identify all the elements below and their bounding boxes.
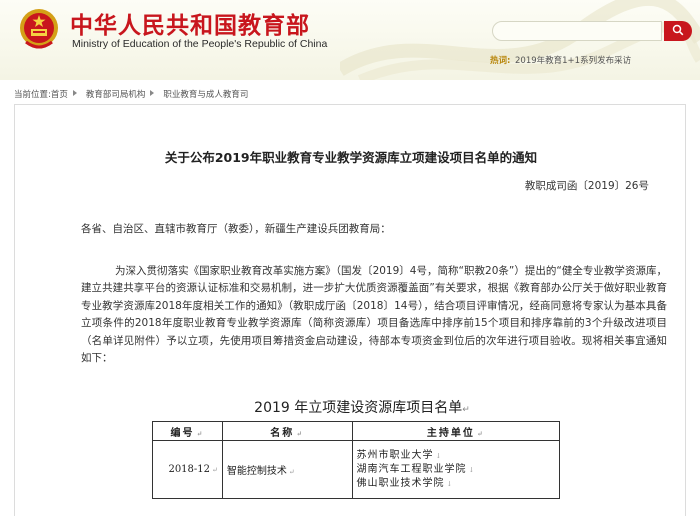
host-unit: 湖南汽车工程职业学院 ↓ (356, 463, 476, 475)
site-title[interactable]: 中华人民共和国教育部 (70, 6, 310, 40)
cell-code: 2018-12 ↵ (152, 440, 223, 499)
host-unit: 佛山职业技术学院 ↓ (356, 477, 454, 489)
hot-words-label: 热词: (490, 56, 511, 66)
search-button[interactable] (664, 21, 692, 41)
table-header-row: 编号 ↵ 名称 ↵ 主持单位 ↵ (152, 421, 561, 441)
site-title-english: Ministry of Education of the People's Re… (72, 38, 328, 50)
breadcrumb-arrow-icon (150, 90, 155, 96)
breadcrumb-prefix: 当前位置: (14, 90, 51, 100)
document-number: 教职成司函〔2019〕26号 (524, 180, 649, 192)
host-unit: 苏州市职业大学 ↓ (356, 449, 443, 461)
search-icon (672, 24, 684, 35)
breadcrumb-separator (149, 89, 159, 99)
breadcrumb-home[interactable]: 首页 (51, 88, 68, 100)
column-header-host: 主持单位 ↵ (351, 421, 561, 441)
article-title: 关于公布2019年职业教育专业教学资源库立项建设项目名单的通知 (164, 150, 538, 165)
column-header-name: 名称 ↵ (221, 421, 353, 441)
article-body-paragraph: 为深入贯彻落实《国家职业教育改革实施方案》（国发〔2019〕4号，简称“职教20… (81, 265, 667, 365)
breadcrumb-arrow-icon (72, 90, 77, 96)
cell-host: 苏州市职业大学 ↓ 湖南汽车工程职业学院 ↓ 佛山职业技术学院 ↓ (351, 440, 561, 499)
attachment-image: 2019 年立项建设资源库项目名单↵ 编号 ↵ 名称 ↵ 主持单位 ↵ 2018-12… (150, 393, 574, 507)
project-table: 编号 ↵ 名称 ↵ 主持单位 ↵ 2018-12 ↵ 智能控制技术 ↵ 苏州市职业大学 ↓ … (152, 421, 561, 499)
paragraph-mark: ↵ (462, 405, 470, 415)
breadcrumb-departments[interactable]: 教育部司局机构 (86, 88, 146, 100)
article-salutation: 各省、自治区、直辖市教育厅（教委），新疆生产建设兵团教育局： (81, 223, 391, 235)
table-row: 2018-12 ↵ 智能控制技术 ↵ 苏州市职业大学 ↓ 湖南汽车工程职业学院 ↓ 佛山… (152, 440, 561, 499)
search-input[interactable] (492, 21, 662, 41)
cell-name: 智能控制技术 ↵ (221, 440, 353, 499)
site-header: 中华人民共和国教育部 Ministry of Education of the … (0, 0, 700, 80)
breadcrumb-separator (72, 89, 82, 99)
attachment-caption: 2019 年立项建设资源库项目名单↵ (150, 397, 574, 417)
attachment-caption-text: 2019 年立项建设资源库项目名单 (254, 400, 463, 416)
national-emblem-icon (20, 9, 58, 49)
breadcrumb: 当前位置: 首页 教育部司局机构 职业教育与成人教育司 (14, 87, 248, 101)
hot-word-link[interactable]: 2019年教育1+1系列发布采访 (515, 54, 631, 66)
breadcrumb-vocational-dept[interactable]: 职业教育与成人教育司 (163, 88, 248, 100)
column-header-code: 编号 ↵ (152, 421, 223, 441)
